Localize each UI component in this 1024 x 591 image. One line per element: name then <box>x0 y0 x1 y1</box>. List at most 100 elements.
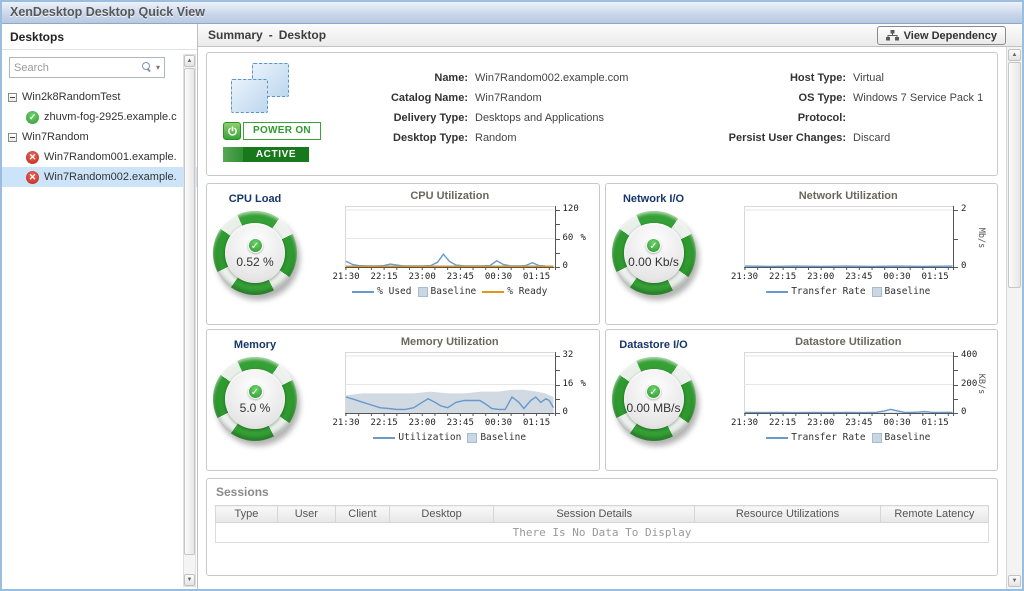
chart-title: Memory Utilization <box>345 336 555 348</box>
chart-y-axis: 02Mb/s <box>953 206 987 270</box>
status-error-icon: ✕ <box>26 151 39 164</box>
search-input[interactable] <box>14 62 142 74</box>
scrollbar-thumb[interactable] <box>1008 62 1021 288</box>
ok-check-icon: ✓ <box>248 384 263 399</box>
delivery-type-value: Desktops and Applications <box>475 108 604 128</box>
chart-plot <box>345 352 555 416</box>
field-label: Name: <box>329 68 475 88</box>
chart-title: Datastore Utilization <box>744 336 954 348</box>
chart-y-axis: 01632% <box>555 352 589 416</box>
chart-legend: % UsedBaseline% Ready <box>345 286 555 297</box>
tree-item-zhuvm-fog-2925[interactable]: ✓ zhuvm-fog-2925.example.c <box>2 107 197 127</box>
chart-plot <box>744 352 954 416</box>
search-options-chevron-down-icon[interactable]: ▾ <box>156 63 160 72</box>
status-ok-icon: ✓ <box>26 111 39 124</box>
app-window: XenDesktop Desktop Quick View Desktops ▾… <box>0 0 1024 591</box>
field-label: Desktop Type: <box>329 128 475 148</box>
field-label: Persist User Changes: <box>663 128 853 148</box>
tree-group-label: Win2k8RandomTest <box>22 91 120 103</box>
column-header-user[interactable]: User <box>277 506 335 523</box>
column-header-desktop[interactable]: Desktop <box>389 506 493 523</box>
chart-legend: Transfer RateBaseline <box>744 286 954 297</box>
gauge-title: Datastore I/O <box>606 339 702 351</box>
datastore-utilization-chart: Datastore Utilization 0200400KB/s 21:302… <box>702 330 998 470</box>
gauge-value: 0.52 % <box>236 255 273 269</box>
column-header-client[interactable]: Client <box>335 506 389 523</box>
sessions-table: Type User Client Desktop Session Details… <box>215 505 989 543</box>
scroll-up-icon[interactable]: ▲ <box>184 55 195 67</box>
network-io-gauge: ✓ 0.00 Kb/s <box>612 211 696 295</box>
registration-state-badge: ACTIVE <box>223 147 309 162</box>
dependency-tree-icon <box>886 30 899 41</box>
column-header-session-details[interactable]: Session Details <box>494 506 695 523</box>
column-header-remote-latency[interactable]: Remote Latency <box>880 506 988 523</box>
summary-header-bar: Summary - Desktop View Dependency <box>198 24 1022 47</box>
desktop-icon <box>231 63 289 113</box>
search-box[interactable]: ▾ <box>9 57 165 78</box>
gauge-title: Network I/O <box>606 193 702 205</box>
ok-check-icon: ✓ <box>646 238 661 253</box>
sessions-panel: Sessions Type User Client Desktop Sessio… <box>206 478 998 576</box>
breadcrumb-separator: - <box>269 28 273 42</box>
chart-plot <box>744 206 954 270</box>
name-value: Win7Random002.example.com <box>475 68 628 88</box>
datastore-panel: Datastore I/O ✓0.00 MB/s Datastore Utili… <box>605 329 999 471</box>
os-type-value: Windows 7 Service Pack 1 <box>853 88 983 108</box>
cpu-utilization-chart: CPU Utilization 060120% 21:3022:1523:002… <box>303 184 599 324</box>
tree-item-label: Win7Random001.example. <box>44 151 177 163</box>
main-scrollbar[interactable]: ▲ ▼ <box>1006 47 1022 589</box>
scroll-down-icon[interactable]: ▼ <box>1008 575 1021 587</box>
gauge-value: 0.00 Kb/s <box>628 255 679 269</box>
desktop-type-value: Random <box>475 128 517 148</box>
network-utilization-chart: Network Utilization 02Mb/s 21:3022:1523:… <box>702 184 998 324</box>
gauge-value: 0.00 MB/s <box>626 401 680 415</box>
desktops-sidebar: Desktops ▾ Win2k8RandomTest ✓ zhuvm-fog-… <box>2 24 198 589</box>
window-title: XenDesktop Desktop Quick View <box>2 2 1022 24</box>
column-header-type[interactable]: Type <box>216 506 278 523</box>
summary-content: POWER ON ACTIVE Name:Win7Random002.examp… <box>198 47 1006 589</box>
cpu-panel: CPU Load ✓0.52 % CPU Utilization 060120%… <box>206 183 600 325</box>
column-header-resource-utilizations[interactable]: Resource Utilizations <box>695 506 881 523</box>
chart-x-axis: 21:3022:1523:0023:4500:3001:15 <box>744 416 954 429</box>
chart-plot <box>345 206 555 270</box>
search-icon[interactable] <box>142 62 153 73</box>
tree-item-win7random002[interactable]: ✕ Win7Random002.example. <box>2 167 197 187</box>
tree-item-label: Win7Random002.example. <box>44 171 177 183</box>
host-type-value: Virtual <box>853 68 884 88</box>
tree-item-win7random001[interactable]: ✕ Win7Random001.example. <box>2 147 197 167</box>
gauge-value: 5.0 % <box>240 401 271 415</box>
ok-check-icon: ✓ <box>248 238 263 253</box>
chart-y-axis: 060120% <box>555 206 589 270</box>
sessions-title: Sessions <box>207 479 997 504</box>
field-label: OS Type: <box>663 88 853 108</box>
collapse-icon[interactable] <box>8 133 17 142</box>
tree-group-win2k8randomtest[interactable]: Win2k8RandomTest <box>2 87 197 107</box>
power-state-label: POWER ON <box>243 122 321 140</box>
chart-x-axis: 21:3022:1523:0023:4500:3001:15 <box>744 270 954 283</box>
breadcrumb-section: Summary <box>208 28 263 42</box>
memory-gauge: ✓ 5.0 % <box>213 357 297 441</box>
scroll-down-icon[interactable]: ▼ <box>184 574 195 586</box>
scroll-up-icon[interactable]: ▲ <box>1008 49 1021 61</box>
collapse-icon[interactable] <box>8 93 17 102</box>
chart-x-axis: 21:3022:1523:0023:4500:3001:15 <box>345 416 555 429</box>
tree-group-label: Win7Random <box>22 131 89 143</box>
sidebar-scrollbar[interactable]: ▲ ▼ <box>183 54 196 587</box>
sidebar-title: Desktops <box>2 24 197 50</box>
chart-legend: UtilizationBaseline <box>345 432 555 443</box>
chart-title: CPU Utilization <box>345 190 555 202</box>
cpu-load-gauge: ✓ 0.52 % <box>213 211 297 295</box>
registration-state-label: ACTIVE <box>243 149 309 160</box>
desktop-info-panel: POWER ON ACTIVE Name:Win7Random002.examp… <box>206 52 998 176</box>
scrollbar-thumb[interactable] <box>184 68 195 555</box>
datastore-io-gauge: ✓0.00 MB/s <box>612 357 696 441</box>
view-dependency-button[interactable]: View Dependency <box>877 26 1006 45</box>
power-icon <box>223 122 241 140</box>
chart-x-axis: 21:3022:1523:0023:4500:3001:15 <box>345 270 555 283</box>
chart-title: Network Utilization <box>744 190 954 202</box>
tree-group-win7random[interactable]: Win7Random <box>2 127 197 147</box>
catalog-name-value: Win7Random <box>475 88 542 108</box>
field-label: Catalog Name: <box>329 88 475 108</box>
power-state-badge: POWER ON <box>223 122 321 140</box>
memory-panel: Memory ✓5.0 % Memory Utilization 01632% … <box>206 329 600 471</box>
